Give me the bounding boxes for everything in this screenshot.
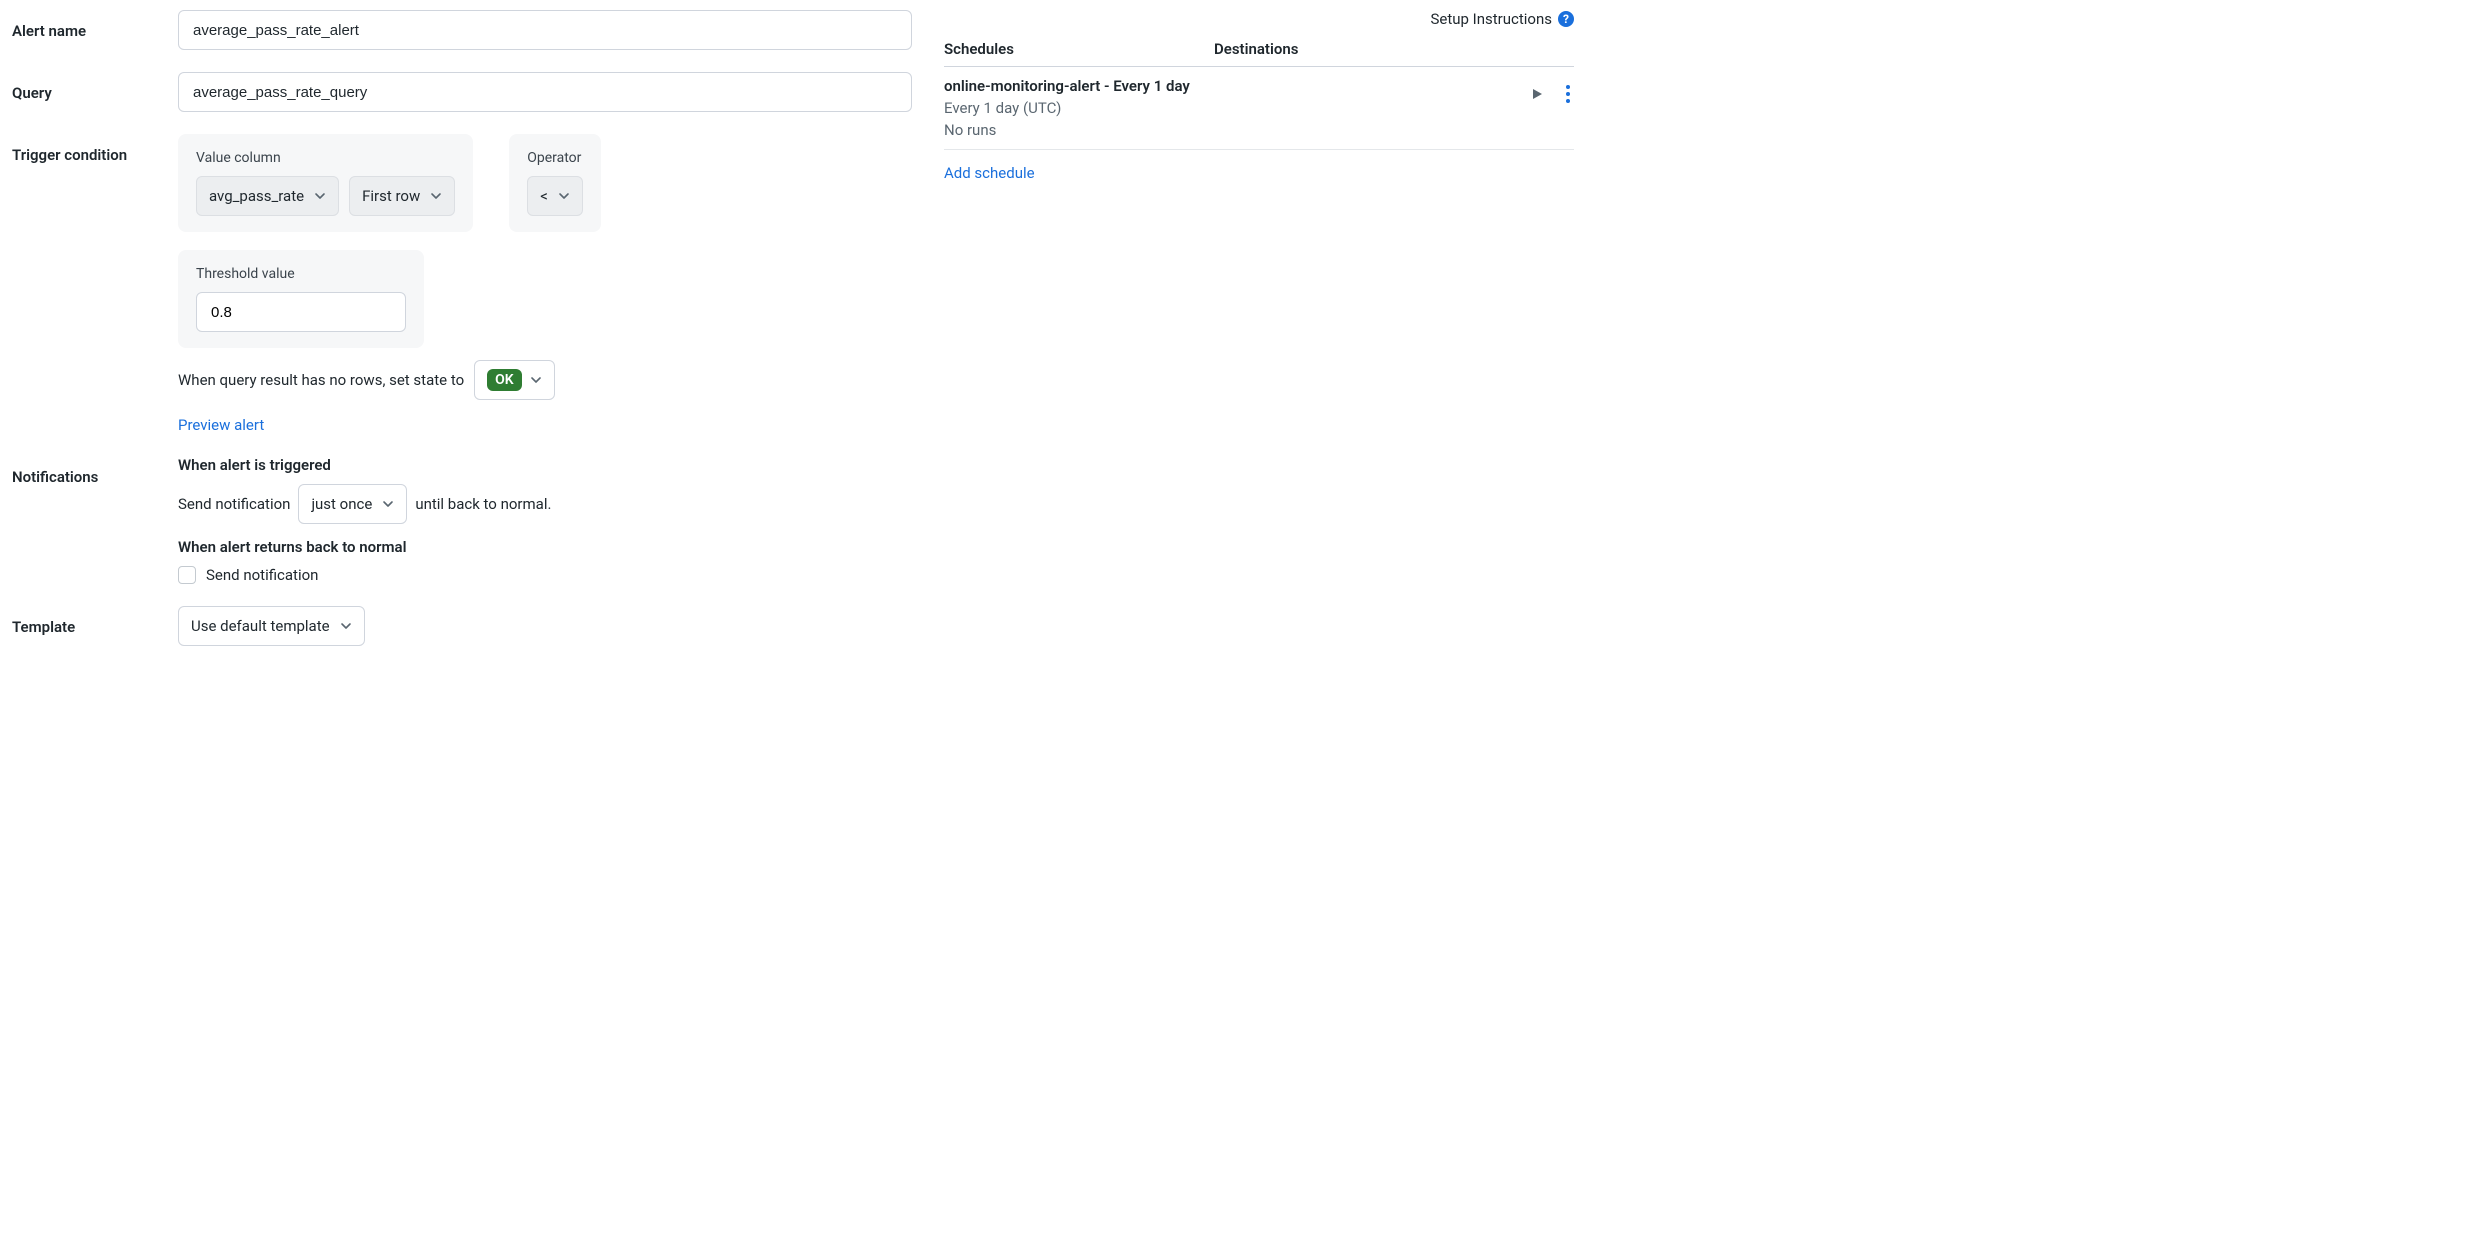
no-rows-text: When query result has no rows, set state… <box>178 371 464 389</box>
send-suffix: until back to normal. <box>415 495 551 513</box>
operator-select[interactable]: < <box>527 176 583 216</box>
operator-box: Operator < <box>509 134 601 232</box>
value-column-box: Value column avg_pass_rate First row <box>178 134 473 232</box>
ok-badge: OK <box>487 369 522 391</box>
row-select-value: First row <box>362 187 420 205</box>
value-column-select[interactable]: avg_pass_rate <box>196 176 339 216</box>
operator-label: Operator <box>527 150 583 166</box>
value-column-label: Value column <box>196 150 455 166</box>
send-prefix: Send notification <box>178 495 290 513</box>
no-rows-state-select[interactable]: OK <box>474 360 555 400</box>
template-label: Template <box>12 606 162 636</box>
schedules-header: Schedules <box>944 40 1214 58</box>
alert-name-input[interactable] <box>178 10 912 50</box>
chevron-down-icon <box>430 190 442 202</box>
add-schedule-link[interactable]: Add schedule <box>944 164 1035 182</box>
chevron-down-icon <box>530 374 542 386</box>
template-select[interactable]: Use default template <box>178 606 365 646</box>
back-normal-heading: When alert returns back to normal <box>178 538 912 556</box>
threshold-label: Threshold value <box>196 266 406 282</box>
notifications-label: Notifications <box>12 456 162 486</box>
query-label: Query <box>12 72 162 102</box>
frequency-select[interactable]: just once <box>298 484 407 524</box>
schedule-runs: No runs <box>944 121 1530 139</box>
triggered-heading: When alert is triggered <box>178 456 912 474</box>
chevron-down-icon <box>558 190 570 202</box>
preview-alert-link[interactable]: Preview alert <box>178 416 264 434</box>
destinations-header: Destinations <box>1214 40 1574 58</box>
template-value: Use default template <box>191 617 330 635</box>
row-select[interactable]: First row <box>349 176 455 216</box>
threshold-box: Threshold value <box>178 250 424 348</box>
kebab-menu-icon[interactable] <box>1562 81 1574 107</box>
schedule-cadence: Every 1 day (UTC) <box>944 99 1530 117</box>
help-icon[interactable]: ? <box>1558 11 1574 27</box>
chevron-down-icon <box>340 620 352 632</box>
trigger-condition-label: Trigger condition <box>12 134 162 164</box>
setup-instructions-link[interactable]: Setup Instructions <box>1430 10 1552 28</box>
schedule-title: online-monitoring-alert - Every 1 day <box>944 77 1194 95</box>
play-icon[interactable] <box>1530 87 1544 101</box>
threshold-input[interactable] <box>196 292 406 332</box>
frequency-value: just once <box>311 495 372 513</box>
operator-value: < <box>540 187 548 205</box>
schedule-row: online-monitoring-alert - Every 1 day Ev… <box>944 67 1574 150</box>
chevron-down-icon <box>382 498 394 510</box>
query-input[interactable] <box>178 72 912 112</box>
chevron-down-icon <box>314 190 326 202</box>
back-normal-checkbox-label: Send notification <box>206 566 318 584</box>
back-normal-checkbox[interactable] <box>178 566 196 584</box>
value-column-value: avg_pass_rate <box>209 187 304 205</box>
alert-name-label: Alert name <box>12 10 162 40</box>
